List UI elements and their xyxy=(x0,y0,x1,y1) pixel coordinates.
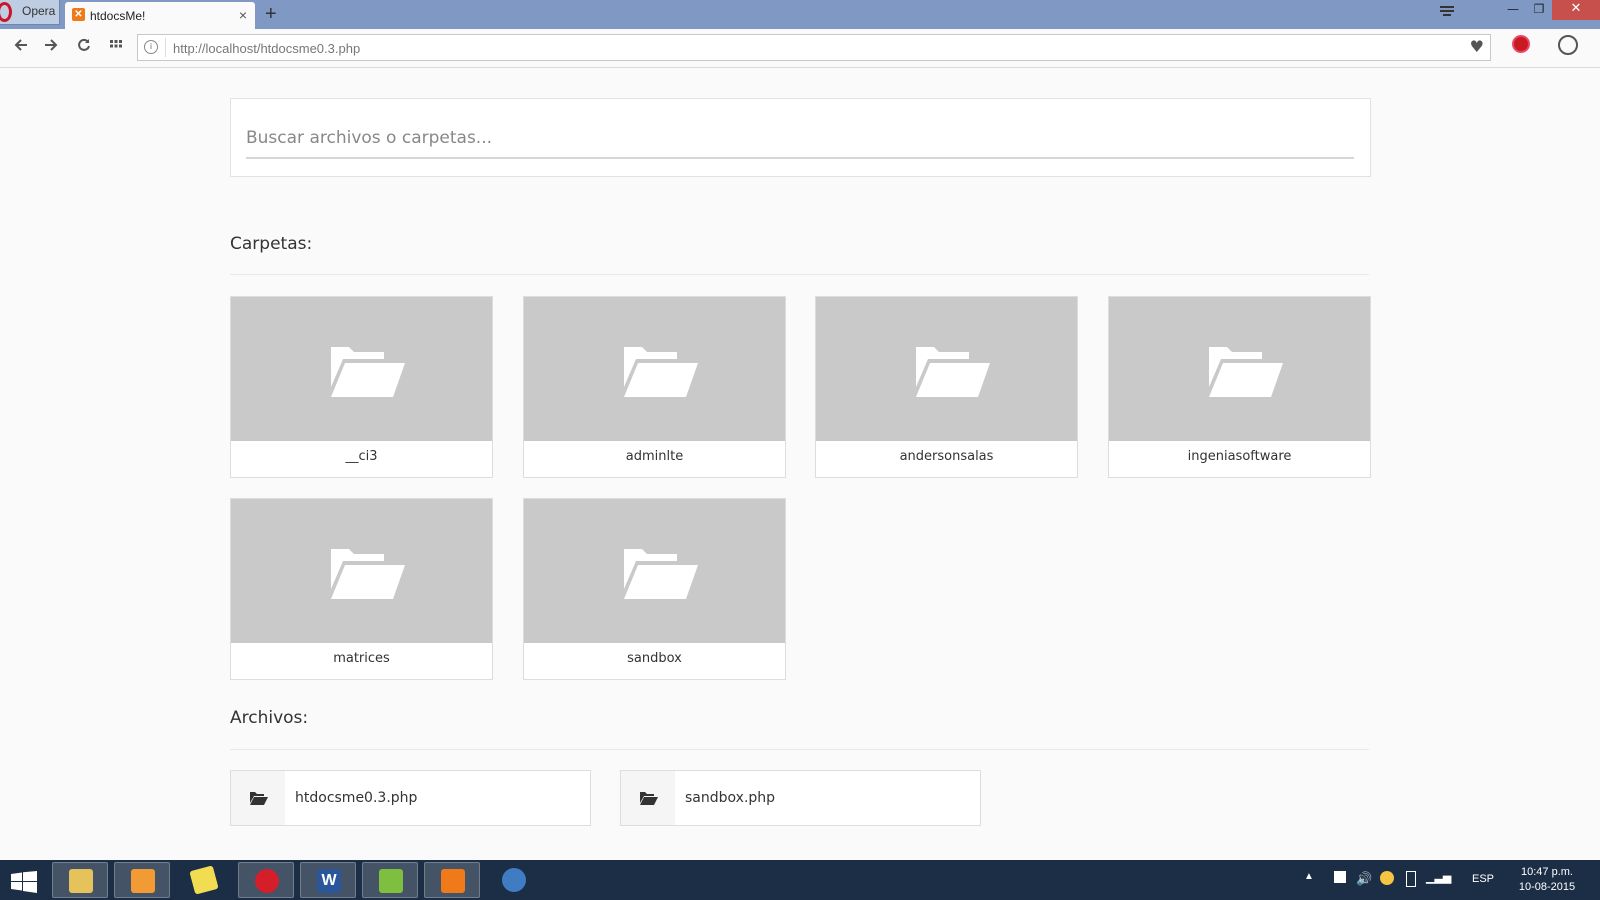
clock-date: 10-08-2015 xyxy=(1518,881,1576,893)
windows-taskbar: W ▲ 🔊 ▁▃▅ ESP 10:47 p.m. 10-08-2015 xyxy=(0,860,1600,900)
tray-expand-icon[interactable]: ▲ xyxy=(1304,871,1318,885)
clock[interactable]: 10:47 p.m. 10-08-2015 xyxy=(1512,865,1582,895)
back-button[interactable] xyxy=(11,37,31,57)
taskbar-word[interactable]: W xyxy=(300,862,356,898)
folder-name: matrices xyxy=(333,651,390,666)
taskbar-xampp[interactable] xyxy=(424,862,480,898)
folder-open-icon xyxy=(331,347,405,397)
opera-logo-icon xyxy=(0,2,12,22)
battery-icon[interactable] xyxy=(1406,871,1416,887)
address-toolbar: i ♥ xyxy=(0,29,1600,68)
folder-card[interactable]: ingeniasoftware xyxy=(1108,296,1371,478)
folder-card[interactable]: sandbox xyxy=(523,498,786,680)
xampp-favicon-icon: ✕ xyxy=(72,8,85,21)
thunderbird-icon xyxy=(502,868,526,892)
folder-open-icon xyxy=(1209,347,1283,397)
windows-logo-icon xyxy=(11,871,37,893)
new-tab-button[interactable]: + xyxy=(265,3,277,26)
opera-menu-label: Opera xyxy=(22,4,56,18)
grid-icon xyxy=(110,40,122,48)
media-player-icon xyxy=(131,869,155,893)
browser-titlebar: Opera ✕ htdocsMe! × + — ❐ ✕ xyxy=(0,0,1600,29)
folder-thumbnail xyxy=(816,297,1077,441)
url-input[interactable] xyxy=(171,37,1455,59)
browser-tab-active[interactable]: ✕ htdocsMe! × xyxy=(65,2,255,29)
address-bar[interactable]: i ♥ xyxy=(137,34,1491,61)
folder-open-icon xyxy=(624,549,698,599)
folder-thumbnail xyxy=(231,297,492,441)
folder-open-icon xyxy=(916,347,990,397)
language-indicator[interactable]: ESP xyxy=(1472,873,1494,885)
clock-time: 10:47 p.m. xyxy=(1521,866,1573,878)
opera-icon xyxy=(255,869,279,893)
folder-card[interactable]: __ci3 xyxy=(230,296,493,478)
file-row[interactable]: sandbox.php xyxy=(620,770,981,826)
tab-close-button[interactable]: × xyxy=(239,7,247,23)
extension-stop-icon[interactable] xyxy=(1512,35,1530,53)
search-card xyxy=(230,98,1371,177)
taskbar-thunderbird[interactable] xyxy=(486,862,542,898)
tray-app-icon[interactable] xyxy=(1380,871,1394,885)
spreadsheet-icon xyxy=(379,869,403,893)
file-explorer-icon xyxy=(69,869,93,893)
file-name: htdocsme0.3.php xyxy=(295,790,418,806)
file-icon-box xyxy=(621,771,675,825)
arrow-right-icon xyxy=(45,39,58,51)
files-section-title: Archivos: xyxy=(230,708,309,728)
account-icon[interactable] xyxy=(1558,35,1578,55)
folder-name: __ci3 xyxy=(345,449,378,464)
word-icon: W xyxy=(317,869,341,893)
taskbar-media-player[interactable] xyxy=(114,862,170,898)
signal-icon[interactable]: ▁▃▅ xyxy=(1426,871,1451,885)
restore-button[interactable]: ❐ xyxy=(1526,0,1552,20)
tab-title: htdocsMe! xyxy=(90,9,146,23)
folder-open-icon xyxy=(250,792,268,805)
close-window-button[interactable]: ✕ xyxy=(1552,0,1600,20)
folder-card[interactable]: adminlte xyxy=(523,296,786,478)
reload-icon xyxy=(78,38,90,51)
arrow-left-icon xyxy=(14,39,27,51)
folder-name: sandbox xyxy=(627,651,682,666)
folder-thumbnail xyxy=(231,499,492,643)
start-button[interactable] xyxy=(0,862,48,898)
files-divider xyxy=(230,749,1369,750)
tab-menu-icon[interactable] xyxy=(1440,6,1454,18)
folder-open-icon xyxy=(331,549,405,599)
folder-thumbnail xyxy=(524,499,785,643)
forward-button[interactable] xyxy=(41,37,61,57)
taskbar-file-explorer[interactable] xyxy=(52,862,108,898)
folders-divider xyxy=(230,274,1369,275)
folder-name: ingeniasoftware xyxy=(1187,449,1292,464)
taskbar-sticky-app[interactable] xyxy=(176,862,232,898)
address-separator xyxy=(165,38,166,57)
folder-name: andersonsalas xyxy=(899,449,994,464)
folders-section-title: Carpetas: xyxy=(230,234,313,254)
search-input[interactable] xyxy=(246,119,1354,159)
window-controls: — ❐ ✕ xyxy=(1500,0,1600,20)
speed-dial-button[interactable] xyxy=(106,37,126,57)
volume-icon[interactable]: 🔊 xyxy=(1356,871,1372,886)
folder-open-icon xyxy=(640,792,658,805)
minimize-button[interactable]: — xyxy=(1500,0,1526,20)
folder-card[interactable]: andersonsalas xyxy=(815,296,1078,478)
folder-thumbnail xyxy=(1109,297,1370,441)
sticky-notes-icon xyxy=(189,865,219,895)
bookmark-heart-icon[interactable]: ♥ xyxy=(1470,37,1484,56)
system-tray: ▲ 🔊 ▁▃▅ ESP 10:47 p.m. 10-08-2015 xyxy=(1300,860,1600,900)
file-icon-box xyxy=(231,771,285,825)
file-name: sandbox.php xyxy=(685,790,776,806)
folder-name: adminlte xyxy=(625,449,684,464)
site-info-icon[interactable]: i xyxy=(144,40,158,54)
reload-button[interactable] xyxy=(74,37,94,57)
opera-menu-button[interactable]: Opera xyxy=(0,0,60,25)
folder-open-icon xyxy=(624,347,698,397)
tray-windows-icon[interactable] xyxy=(1334,871,1346,883)
xampp-icon xyxy=(441,869,465,893)
file-row[interactable]: htdocsme0.3.php xyxy=(230,770,591,826)
folder-thumbnail xyxy=(524,297,785,441)
taskbar-opera[interactable] xyxy=(238,862,294,898)
taskbar-chart-app[interactable] xyxy=(362,862,418,898)
folder-card[interactable]: matrices xyxy=(230,498,493,680)
